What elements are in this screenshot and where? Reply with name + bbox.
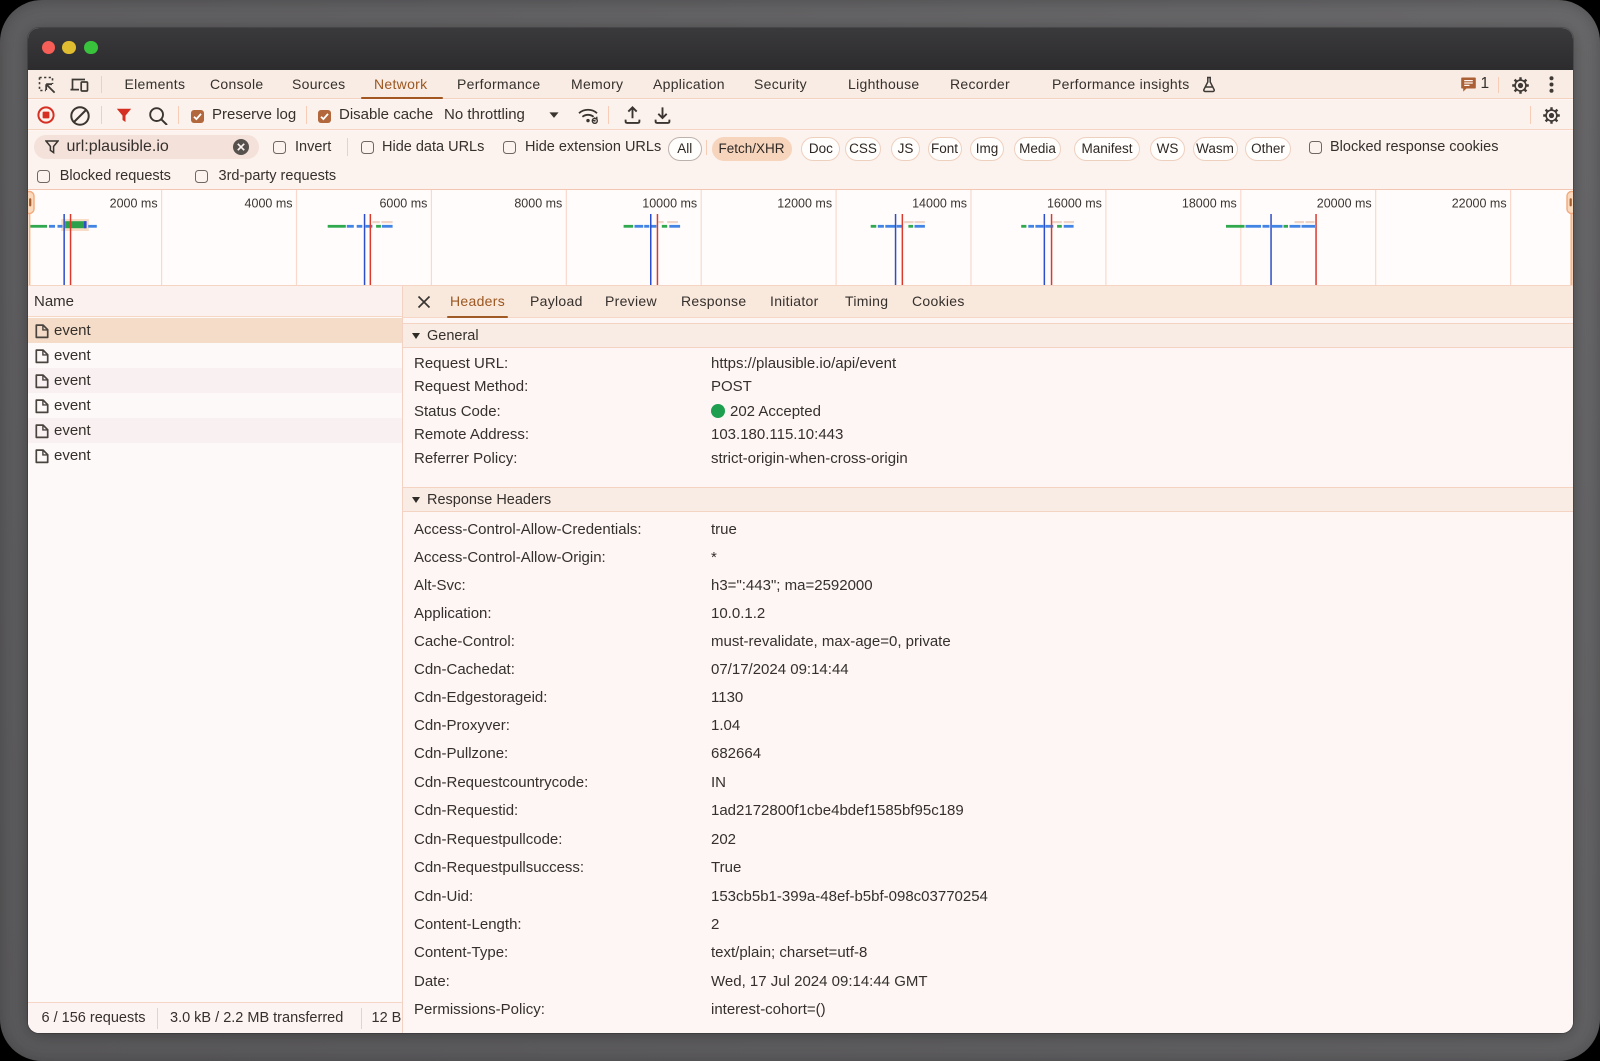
- svg-text:10000 ms: 10000 ms: [642, 197, 697, 211]
- svg-text:22000 ms: 22000 ms: [1452, 197, 1507, 211]
- svg-text:18000 ms: 18000 ms: [1182, 197, 1237, 211]
- svg-text:4000 ms: 4000 ms: [245, 197, 293, 211]
- svg-text:2000 ms: 2000 ms: [110, 197, 158, 211]
- svg-text:14000 ms: 14000 ms: [912, 197, 967, 211]
- svg-text:20000 ms: 20000 ms: [1317, 197, 1372, 211]
- svg-text:6000 ms: 6000 ms: [379, 197, 427, 211]
- svg-text:16000 ms: 16000 ms: [1047, 197, 1102, 211]
- svg-text:8000 ms: 8000 ms: [514, 197, 562, 211]
- svg-text:12000 ms: 12000 ms: [777, 197, 832, 211]
